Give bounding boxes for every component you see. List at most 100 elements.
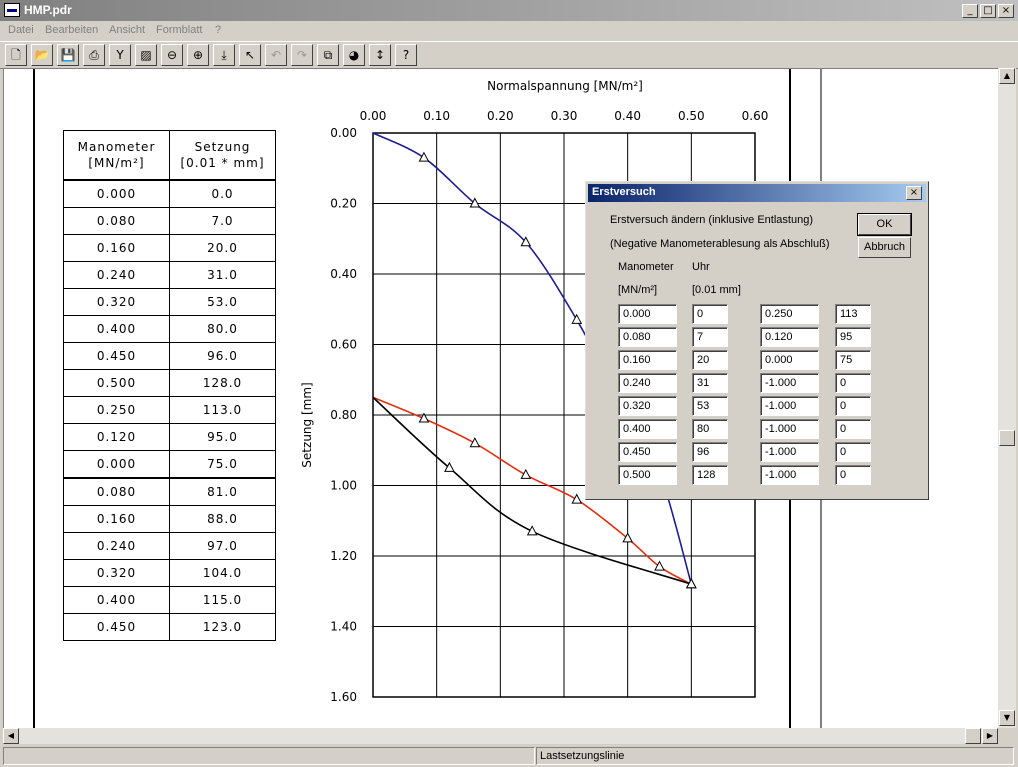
header-setzung: Setzung [0.01 * mm] [169,130,276,181]
manometer-cell: 0.240 [63,261,170,289]
table-row: 0.120 95.0 [63,423,276,451]
uhr-input[interactable]: 75 [835,350,871,370]
scroll-up-icon[interactable]: ▲ [999,68,1015,84]
setzung-cell: 115.0 [169,586,276,614]
table-row: 0.400 80.0 [63,315,276,343]
scroll-down-icon[interactable]: ▼ [999,710,1015,726]
toolbar: 🗋 📂 💾 ⎙ Y ▨ ⊖ ⊕ ⤓ ↖ ↶ ↷ ⧉ ◕ ↕ ? [0,41,1018,69]
menu-datei[interactable]: Datei [8,24,34,36]
pointer-icon[interactable]: ↖ [239,44,261,66]
manometer-input[interactable]: -1.000 [760,442,819,462]
cancel-button[interactable]: Abbruch [858,237,911,258]
manometer-input[interactable]: 0.500 [618,465,677,485]
close-button[interactable]: × [998,4,1014,18]
download-icon[interactable]: ⤓ [213,44,235,66]
vertical-scroll-thumb[interactable] [999,430,1015,446]
setzung-cell: 88.0 [169,505,276,533]
manometer-input[interactable]: -1.000 [760,373,819,393]
manometer-input[interactable]: -1.000 [760,465,819,485]
table-row: 0.160 20.0 [63,234,276,262]
zoom-in-icon[interactable]: ⊕ [187,44,209,66]
manometer-input[interactable]: 0.320 [618,396,677,416]
help-icon[interactable]: ? [395,44,417,66]
ok-button[interactable]: OK [857,213,912,236]
table-row: 0.320 53.0 [63,288,276,316]
uhr-input[interactable]: 96 [692,442,728,462]
manometer-input[interactable]: 0.080 [618,327,677,347]
uhr-input[interactable]: 113 [835,304,871,324]
vertical-scrollbar[interactable]: ▲ ▼ [998,68,1016,728]
uhr-input[interactable]: 31 [692,373,728,393]
manometer-cell: 0.400 [63,315,170,343]
horizontal-scroll-thumb[interactable] [965,728,981,744]
maximize-button[interactable]: □ [980,4,996,18]
print-preview-icon[interactable]: ▨ [135,44,157,66]
uhr-input[interactable]: 0 [692,304,728,324]
uhr-input[interactable]: 128 [692,465,728,485]
manometer-cell: 0.160 [63,505,170,533]
manometer-input[interactable]: 0.000 [618,304,677,324]
table-row: 0.240 97.0 [63,532,276,560]
new-file-icon[interactable]: 🗋 [5,44,27,66]
scroll-right-icon[interactable]: ▶ [982,728,998,744]
manometer-input[interactable]: 0.160 [618,350,677,370]
manometer-cell: 0.000 [63,179,170,208]
table-row: 0.400 115.0 [63,586,276,614]
uhr-input[interactable]: 0 [835,396,871,416]
setzung-cell: 80.0 [169,315,276,343]
uhr-input[interactable]: 80 [692,419,728,439]
minimize-button[interactable]: _ [962,4,978,18]
dialog-unit-uhr: [0.01 mm] [692,284,741,296]
menu-bar: Datei Bearbeiten Ansicht Formblatt ? [0,21,1018,40]
undo-icon[interactable]: ↶ [265,44,287,66]
manometer-cell: 0.500 [63,369,170,397]
uhr-input[interactable]: 0 [835,465,871,485]
setzung-cell: 20.0 [169,234,276,262]
manometer-cell: 0.400 [63,586,170,614]
setzung-cell: 123.0 [169,613,276,641]
scroll-left-icon[interactable]: ◀ [3,728,19,744]
menu-ansicht[interactable]: Ansicht [109,24,145,36]
copy-icon[interactable]: ⧉ [317,44,339,66]
window-title: HMP.pdr [24,3,72,17]
uhr-input[interactable]: 7 [692,327,728,347]
uhr-input[interactable]: 0 [835,373,871,393]
setzung-cell: 95.0 [169,423,276,451]
print-icon[interactable]: ⎙ [83,44,105,66]
table-row: 0.080 7.0 [63,207,276,235]
uhr-input[interactable]: 0 [835,442,871,462]
menu-help[interactable]: ? [215,24,221,36]
zoom-out-icon[interactable]: ⊖ [161,44,183,66]
manometer-input[interactable]: 0.240 [618,373,677,393]
menu-bearbeiten[interactable]: Bearbeiten [45,24,98,36]
table-row: 0.450 96.0 [63,342,276,370]
manometer-input[interactable]: 0.400 [618,419,677,439]
manometer-input[interactable]: 0.250 [760,304,819,324]
uhr-input[interactable]: 20 [692,350,728,370]
uhr-input[interactable]: 53 [692,396,728,416]
horizontal-scrollbar[interactable]: ◀ ▶ [3,728,998,744]
setzung-cell: 128.0 [169,369,276,397]
status-text: Lastsetzungslinie [540,750,625,762]
manometer-input[interactable]: -1.000 [760,396,819,416]
save-icon[interactable]: 💾 [57,44,79,66]
dialog-close-icon[interactable]: × [906,186,922,200]
manometer-cell: 0.120 [63,423,170,451]
uhr-input[interactable]: 0 [835,419,871,439]
redo-icon[interactable]: ↷ [291,44,313,66]
setzung-cell: 75.0 [169,450,276,479]
vertical-arrows-icon[interactable]: ↕ [369,44,391,66]
manometer-cell: 0.320 [63,288,170,316]
uhr-input[interactable]: 95 [835,327,871,347]
manometer-input[interactable]: 0.120 [760,327,819,347]
manometer-input[interactable]: 0.450 [618,442,677,462]
camera-icon[interactable]: ◕ [343,44,365,66]
open-folder-icon[interactable]: 📂 [31,44,53,66]
menu-formblatt[interactable]: Formblatt [156,24,202,36]
manometer-input[interactable]: 0.000 [760,350,819,370]
measurement-table: Manometer [MN/m²] Setzung [0.01 * mm] 0.… [63,130,276,641]
status-bar: Lastsetzungslinie [0,746,1018,767]
tools-icon[interactable]: Y [109,44,131,66]
manometer-input[interactable]: -1.000 [760,419,819,439]
table-row: 0.250 113.0 [63,396,276,424]
